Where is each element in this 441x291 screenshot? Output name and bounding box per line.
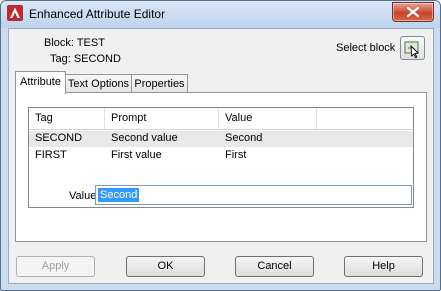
ok-button[interactable]: OK <box>126 256 205 277</box>
dialog-client-area: Block: TEST Tag: SECOND Select block Att… <box>8 28 434 284</box>
column-header-value[interactable]: Value <box>219 108 317 129</box>
table-row[interactable]: SECOND Second value Second <box>29 131 413 147</box>
autocad-app-icon <box>7 5 23 21</box>
enhanced-attribute-editor-window: Enhanced Attribute Editor Block: TEST Ta… <box>0 0 441 291</box>
tab-properties[interactable]: Properties <box>131 74 188 93</box>
value-input-selected-text: Second <box>98 188 140 202</box>
apply-button[interactable]: Apply <box>16 256 95 277</box>
tab-properties-label: Properties <box>134 78 185 90</box>
attribute-list-header: Tag Prompt Value <box>29 108 413 130</box>
title-bar[interactable]: Enhanced Attribute Editor <box>1 1 440 28</box>
tab-attribute[interactable]: Attribute <box>15 71 66 94</box>
tab-text-options-label: Text Options <box>67 78 130 90</box>
row-value: First <box>225 149 247 161</box>
close-icon <box>407 7 419 17</box>
help-button[interactable]: Help <box>344 256 423 277</box>
close-button[interactable] <box>392 2 434 22</box>
tag-name-label: Tag: SECOND <box>50 53 121 65</box>
table-row[interactable]: FIRST First value First <box>29 148 413 164</box>
window-title: Enhanced Attribute Editor <box>29 7 166 21</box>
row-prompt: Second value <box>111 132 178 144</box>
row-tag: FIRST <box>35 149 67 161</box>
tab-text-options[interactable]: Text Options <box>65 74 132 93</box>
row-tag: SECOND <box>35 132 83 144</box>
column-header-prompt[interactable]: Prompt <box>105 108 219 129</box>
block-name-label: Block: TEST <box>44 37 105 49</box>
select-block-button[interactable] <box>400 36 425 60</box>
row-value: Second <box>225 132 263 144</box>
row-prompt: First value <box>111 149 162 161</box>
select-block-icon <box>404 41 419 59</box>
attribute-tab-panel: Tag Prompt Value SECOND Second value Sec… <box>15 92 427 242</box>
tab-attribute-label: Attribute <box>20 76 61 88</box>
column-header-filler <box>317 108 413 129</box>
value-input[interactable]: Second <box>95 185 412 205</box>
cancel-button[interactable]: Cancel <box>235 256 314 277</box>
column-header-tag[interactable]: Tag <box>29 108 105 129</box>
select-block-label: Select block <box>336 42 396 54</box>
